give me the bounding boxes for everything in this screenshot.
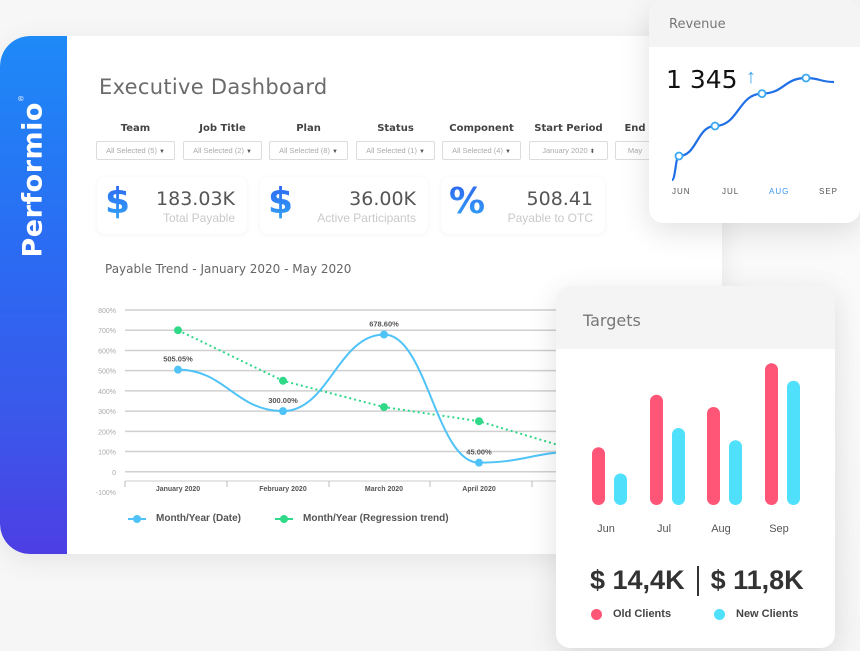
revenue-month-jul[interactable]: JUL: [722, 187, 739, 196]
regression-point[interactable]: [380, 403, 388, 412]
y-tick-label: 200%: [98, 429, 116, 436]
date-series-line: [177, 333, 581, 464]
targets-totals: $ 14,4K $ 11,8K: [590, 565, 804, 596]
revenue-month-jun[interactable]: JUN: [672, 187, 691, 196]
old-clients-dot-icon: [591, 608, 602, 620]
new-clients-total: $ 11,8K: [710, 565, 804, 595]
revenue-point[interactable]: [757, 89, 767, 98]
bar-old-clients[interactable]: [765, 363, 778, 505]
old-clients-label: Old Clients: [613, 608, 672, 620]
bar-old-clients[interactable]: [592, 447, 605, 505]
data-label: 505.05%: [163, 355, 193, 364]
revenue-month-sep[interactable]: SEP: [819, 187, 838, 196]
x-tick-label: March 2020: [365, 486, 403, 493]
legend-regression-label: Month/Year (Regression trend): [303, 513, 449, 524]
revenue-line: [670, 76, 835, 182]
date-point[interactable]: [174, 365, 182, 374]
y-tick-label: 300%: [98, 409, 116, 416]
targets-month-label: Sep: [769, 523, 789, 535]
data-label: 678.60%: [369, 320, 399, 329]
y-tick-label: 0: [112, 470, 116, 477]
targets-card: Targets Jun Jul Aug Sep $ 14,4K $ 11,8K Old…: [556, 286, 835, 648]
revenue-point[interactable]: [674, 151, 684, 161]
legend-date-marker-icon: [128, 514, 146, 524]
legend-old-clients[interactable]: Old Clients: [591, 608, 671, 620]
old-clients-total: $ 14,4K: [590, 565, 685, 595]
bar-new-clients[interactable]: [614, 473, 627, 506]
targets-month-label: Jul: [656, 523, 672, 535]
y-tick-label: 800%: [98, 308, 116, 315]
bar-old-clients[interactable]: [650, 394, 663, 505]
bar-new-clients[interactable]: [787, 380, 800, 505]
y-tick-label: 500%: [98, 369, 116, 376]
date-point[interactable]: [380, 330, 388, 339]
x-tick-label: April 2020: [462, 486, 496, 493]
x-tick-label: February 2020: [259, 486, 307, 493]
regression-point[interactable]: [174, 326, 182, 335]
legend-item-regression[interactable]: Month/Year (Regression trend): [275, 513, 449, 524]
x-tick-label: January 2020: [156, 486, 200, 493]
revenue-point[interactable]: [801, 73, 811, 83]
bar-new-clients[interactable]: [729, 440, 742, 505]
revenue-card: Revenue 1 345 ↑ JUN JUL AUG SEP: [649, 0, 860, 223]
legend-regression-marker-icon: [275, 514, 293, 524]
bar-old-clients[interactable]: [707, 407, 720, 505]
targets-month-label: Aug: [711, 523, 731, 535]
y-tick-label: 400%: [98, 389, 116, 396]
y-tick-label: 100%: [98, 450, 116, 457]
regression-point[interactable]: [475, 417, 483, 426]
targets-month-label: Jun: [597, 523, 615, 535]
bar-new-clients[interactable]: [672, 428, 685, 505]
legend-item-date[interactable]: Month/Year (Date): [128, 513, 241, 524]
regression-point[interactable]: [279, 376, 287, 385]
data-label: 300.00%: [268, 396, 298, 405]
revenue-point[interactable]: [710, 121, 720, 131]
y-tick-label: 700%: [98, 328, 116, 335]
new-clients-dot-icon: [714, 608, 725, 620]
y-tick-label: -100%: [96, 490, 116, 497]
y-tick-label: 600%: [98, 348, 116, 355]
new-clients-label: New Clients: [736, 608, 799, 620]
revenue-month-aug[interactable]: AUG: [769, 187, 789, 196]
totals-divider: [696, 565, 699, 596]
data-label: 45.00%: [466, 448, 492, 457]
legend-date-label: Month/Year (Date): [156, 513, 242, 524]
date-point[interactable]: [475, 458, 483, 467]
date-point[interactable]: [279, 407, 287, 416]
legend-new-clients[interactable]: New Clients: [714, 608, 798, 620]
